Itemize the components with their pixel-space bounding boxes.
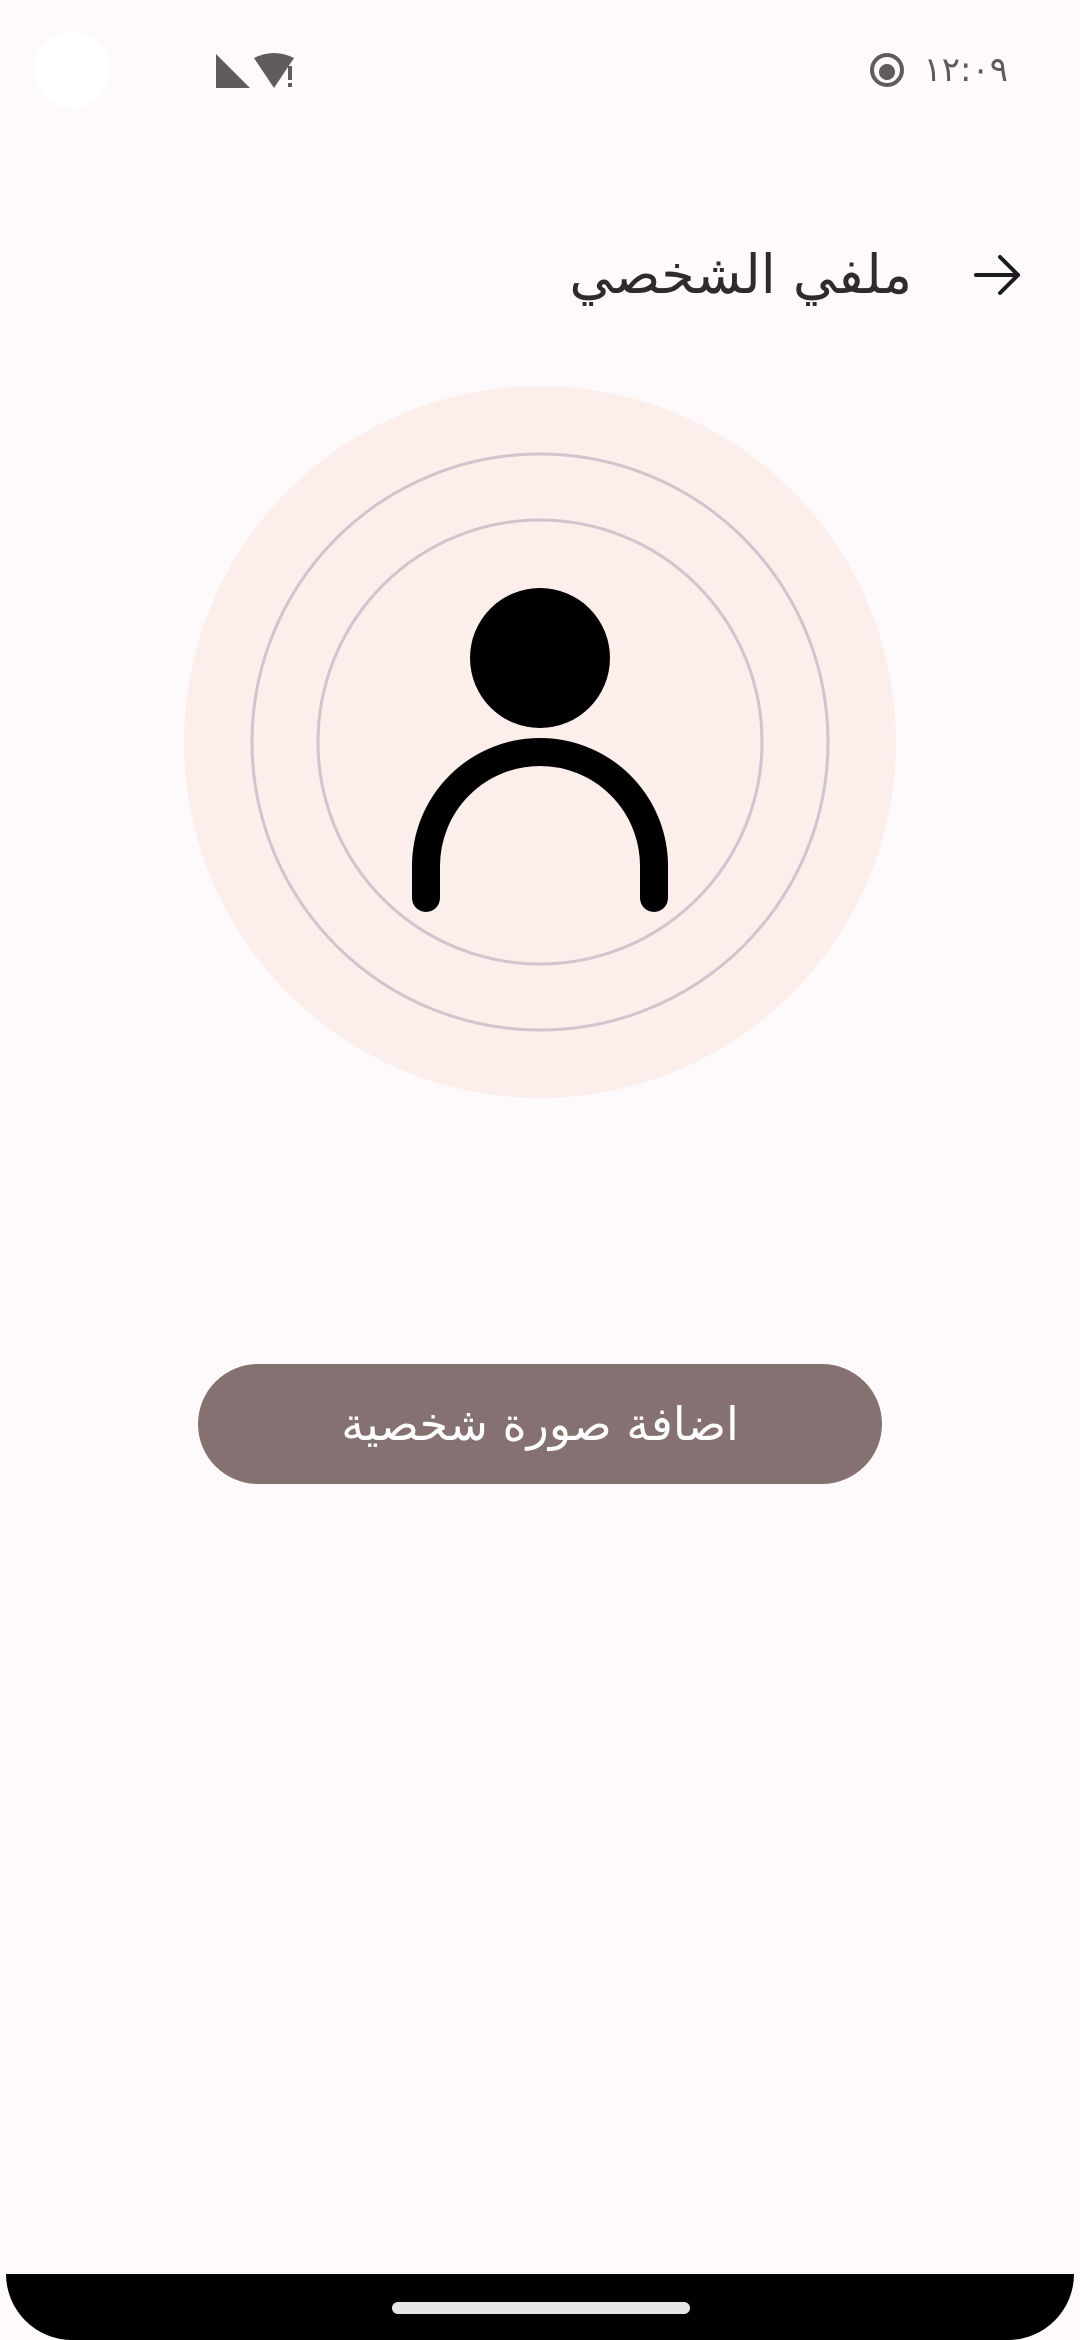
face-status-icon [870,53,905,87]
navigation-bar [6,2274,1074,2340]
signal-wifi-group [214,52,304,96]
page-title: ملفي الشخصي [569,243,912,306]
camera-cutout [34,32,110,108]
time-group: ١٢:٠٩ [869,50,1008,90]
app-header: ملفي الشخصي [0,225,1080,325]
status-time: ١٢:٠٩ [923,50,1008,90]
add-photo-label: اضافة صورة شخصية [341,1397,739,1451]
back-button[interactable] [956,233,1040,317]
signal-icon [216,54,250,88]
home-indicator[interactable] [392,2302,690,2314]
status-bar: ١٢:٠٩ [0,0,1080,140]
profile-avatar[interactable] [184,386,896,1098]
add-photo-button[interactable]: اضافة صورة شخصية [198,1364,882,1484]
arrow-right-icon [974,255,1020,295]
